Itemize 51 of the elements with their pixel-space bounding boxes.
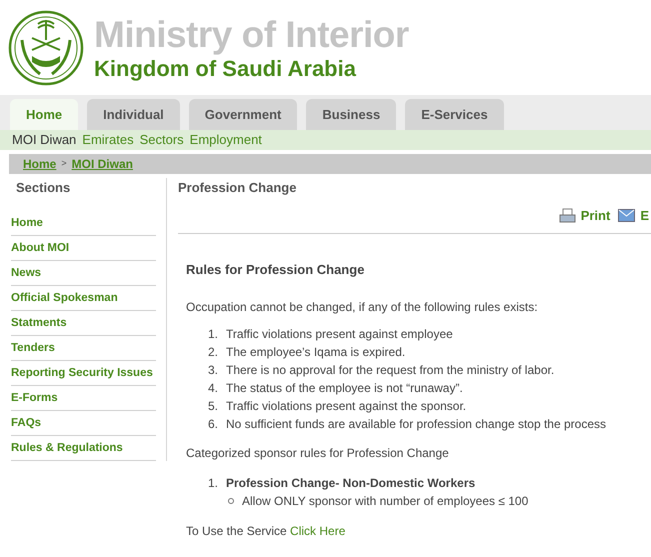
site-title: Ministry of Interior [94,14,409,56]
category-title: Profession Change- Non-Domestic Workers [226,474,476,492]
list-number: 6. [208,416,220,432]
submenu-link[interactable]: Sectors [140,130,184,150]
nav-tab[interactable]: Individual [87,99,180,130]
breadcrumb-separator: > [61,157,67,170]
submenu-link[interactable]: Emirates [82,130,134,150]
breadcrumb-link[interactable]: MOI Diwan [72,155,133,173]
rule-item: Traffic violations present against the sponsor. [226,398,466,414]
section-heading: Rules for Profession Change [186,261,366,279]
list-number: 5. [208,398,220,414]
category-rule: Allow ONLY sponsor with number of employees ≤ 100 [242,492,528,510]
sidebar-link[interactable]: Statments [11,315,67,331]
submenu-link[interactable]: Employment [190,130,262,150]
list-number: 1. [208,326,220,342]
intro-text: Occupation cannot be changed, if any of the following rules exists: [186,298,539,316]
rule-item: The employee’s Iqama is expired. [226,344,406,360]
breadcrumb-link[interactable]: Home [23,155,56,173]
envelope-icon [618,209,636,222]
rule-item: The status of the employee is not “runaway”. [226,380,463,396]
service-text: To Use the Service Click Here [186,522,346,540]
click-here-link[interactable]: Click Here [290,524,346,538]
sidebar-link[interactable]: Rules & Regulations [11,440,123,456]
sidebar-link[interactable]: Official Spokesman [11,290,118,306]
sidebar-link[interactable]: E-Forms [11,390,58,406]
email-link[interactable]: E [618,206,649,226]
sidebar-link[interactable]: News [11,265,42,281]
rule-item: There is no approval for the request from the ministry of labor. [226,362,554,378]
list-number: 1. [208,474,220,492]
page-title: Profession Change [178,179,298,197]
submenu-link[interactable]: MOI Diwan [12,130,76,150]
nav-tab[interactable]: Business [306,99,396,130]
sidebar-link[interactable]: Reporting Security Issues [11,365,153,381]
bullet-icon [228,498,234,504]
printer-icon [558,208,576,224]
sidebar-link[interactable]: About MOI [11,240,70,256]
list-number: 2. [208,344,220,360]
sidebar-link[interactable]: Tenders [11,340,55,356]
nav-tab[interactable]: E-Services [405,99,504,130]
sidebar-title: Sections [15,179,72,197]
list-number: 4. [208,380,220,396]
categories-intro: Categorized sponsor rules for Profession Change [186,444,450,462]
nav-tab[interactable]: Home [10,99,78,130]
rule-item: Traffic violations present against employee [226,326,453,342]
sidebar-link[interactable]: Home [11,215,43,231]
rule-item: No sufficient funds are available for profession change stop the process [226,416,606,432]
sidebar-link[interactable]: FAQs [11,415,42,431]
nav-tab[interactable]: Government [188,99,298,130]
site-subtitle: Kingdom of Saudi Arabia [94,56,358,82]
print-link[interactable]: Print [558,206,610,226]
list-number: 3. [208,362,220,378]
